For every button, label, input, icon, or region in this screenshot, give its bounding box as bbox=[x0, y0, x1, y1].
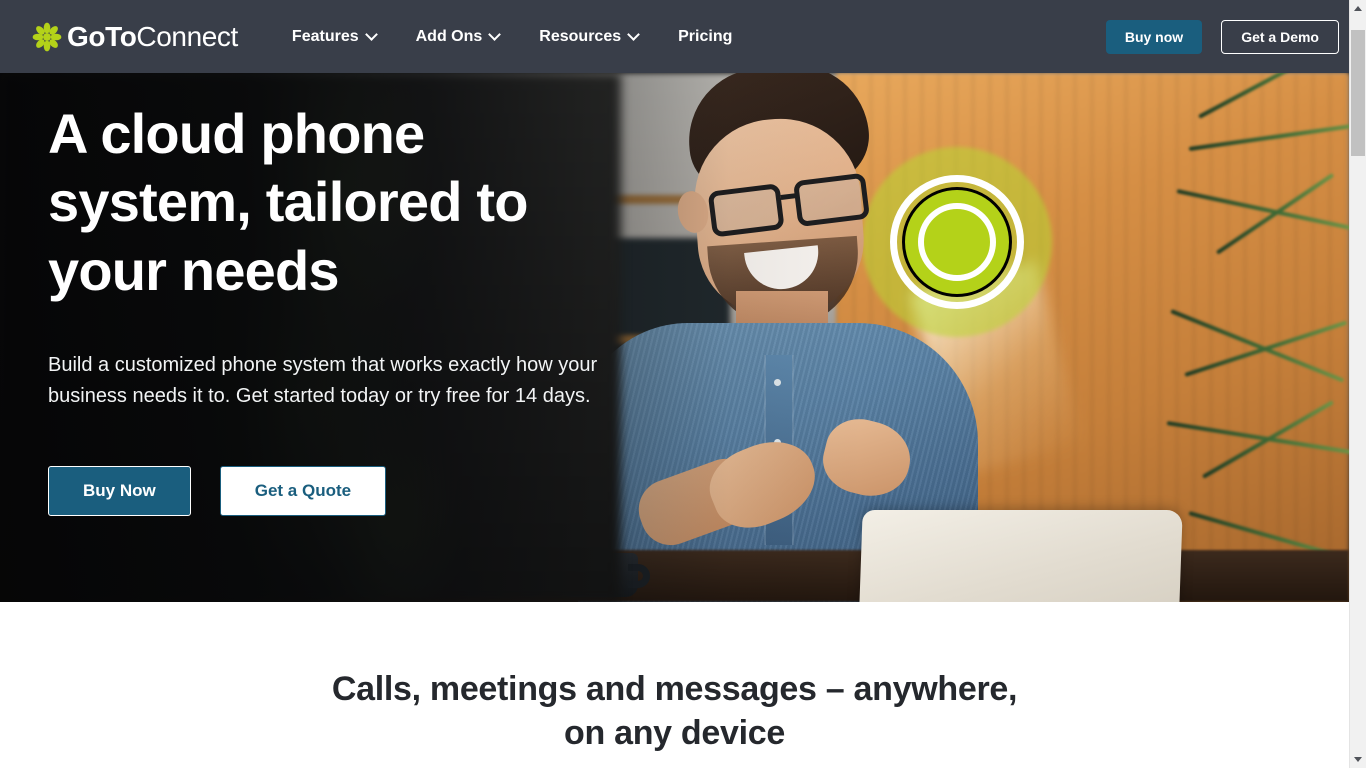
nav-buy-now-button[interactable]: Buy now bbox=[1105, 19, 1203, 54]
scrollbar-down-button[interactable] bbox=[1350, 751, 1366, 768]
nav-item-pricing-label: Pricing bbox=[678, 27, 733, 45]
logo-wordmark: GoToConnect bbox=[67, 20, 238, 52]
nav-item-features-label: Features bbox=[291, 27, 359, 45]
scrollbar-thumb[interactable] bbox=[1351, 30, 1365, 156]
section-heading-line-2: on any device bbox=[564, 713, 785, 752]
primary-nav-items: Features Add Ons Resources Pricing bbox=[292, 28, 732, 46]
hero-subheadline: Build a customized phone system that wor… bbox=[48, 353, 598, 408]
chevron-down-icon bbox=[627, 28, 640, 41]
asterisk-flower-icon bbox=[32, 22, 62, 51]
vertical-scrollbar[interactable] bbox=[1349, 0, 1366, 768]
nav-item-add-ons-label: Add Ons bbox=[415, 27, 483, 45]
hero-headline-line-2: system, tailored to bbox=[48, 170, 528, 234]
nav-item-resources[interactable]: Resources bbox=[539, 27, 640, 46]
hero-get-a-quote-button[interactable]: Get a Quote bbox=[219, 466, 387, 517]
hero-headline-line-3: your needs bbox=[48, 238, 340, 302]
hero-buy-now-button[interactable]: Buy Now bbox=[48, 466, 191, 517]
section-heading-line-1: Calls, meetings and messages – anywhere, bbox=[331, 670, 1018, 708]
page-root: GoToConnect Features Add Ons Resources P… bbox=[0, 0, 1366, 768]
top-navigation-bar: GoToConnect Features Add Ons Resources P… bbox=[0, 0, 1349, 73]
gotoconnect-logo[interactable]: GoToConnect bbox=[32, 22, 238, 52]
hero-section: A cloud phone system, tailored to your n… bbox=[0, 73, 1349, 602]
hero-cta-group: Buy Now Get a Quote bbox=[48, 466, 708, 517]
chevron-down-icon bbox=[364, 28, 378, 41]
nav-actions: Buy now Get a Demo bbox=[1105, 0, 1339, 73]
hero-content: A cloud phone system, tailored to your n… bbox=[48, 100, 708, 517]
hero-headline: A cloud phone system, tailored to your n… bbox=[48, 100, 708, 305]
scroll-down-arrow-icon bbox=[1354, 757, 1362, 762]
chevron-down-icon bbox=[488, 28, 502, 41]
nav-item-add-ons[interactable]: Add Ons bbox=[415, 27, 502, 46]
nav-get-a-demo-button[interactable]: Get a Demo bbox=[1221, 19, 1339, 54]
nav-item-features[interactable]: Features bbox=[291, 27, 378, 46]
hero-headline-line-1: A cloud phone bbox=[48, 102, 425, 165]
logo-text-connect: Connect bbox=[136, 20, 238, 52]
features-intro-section: Calls, meetings and messages – anywhere,… bbox=[0, 602, 1349, 768]
nav-item-resources-label: Resources bbox=[539, 27, 622, 45]
section-heading: Calls, meetings and messages – anywhere,… bbox=[0, 668, 1349, 756]
scrollbar-up-button[interactable] bbox=[1350, 0, 1366, 17]
scroll-up-arrow-icon bbox=[1354, 6, 1362, 11]
nav-item-pricing[interactable]: Pricing bbox=[678, 28, 732, 46]
logo-text-goto: GoTo bbox=[67, 20, 137, 52]
